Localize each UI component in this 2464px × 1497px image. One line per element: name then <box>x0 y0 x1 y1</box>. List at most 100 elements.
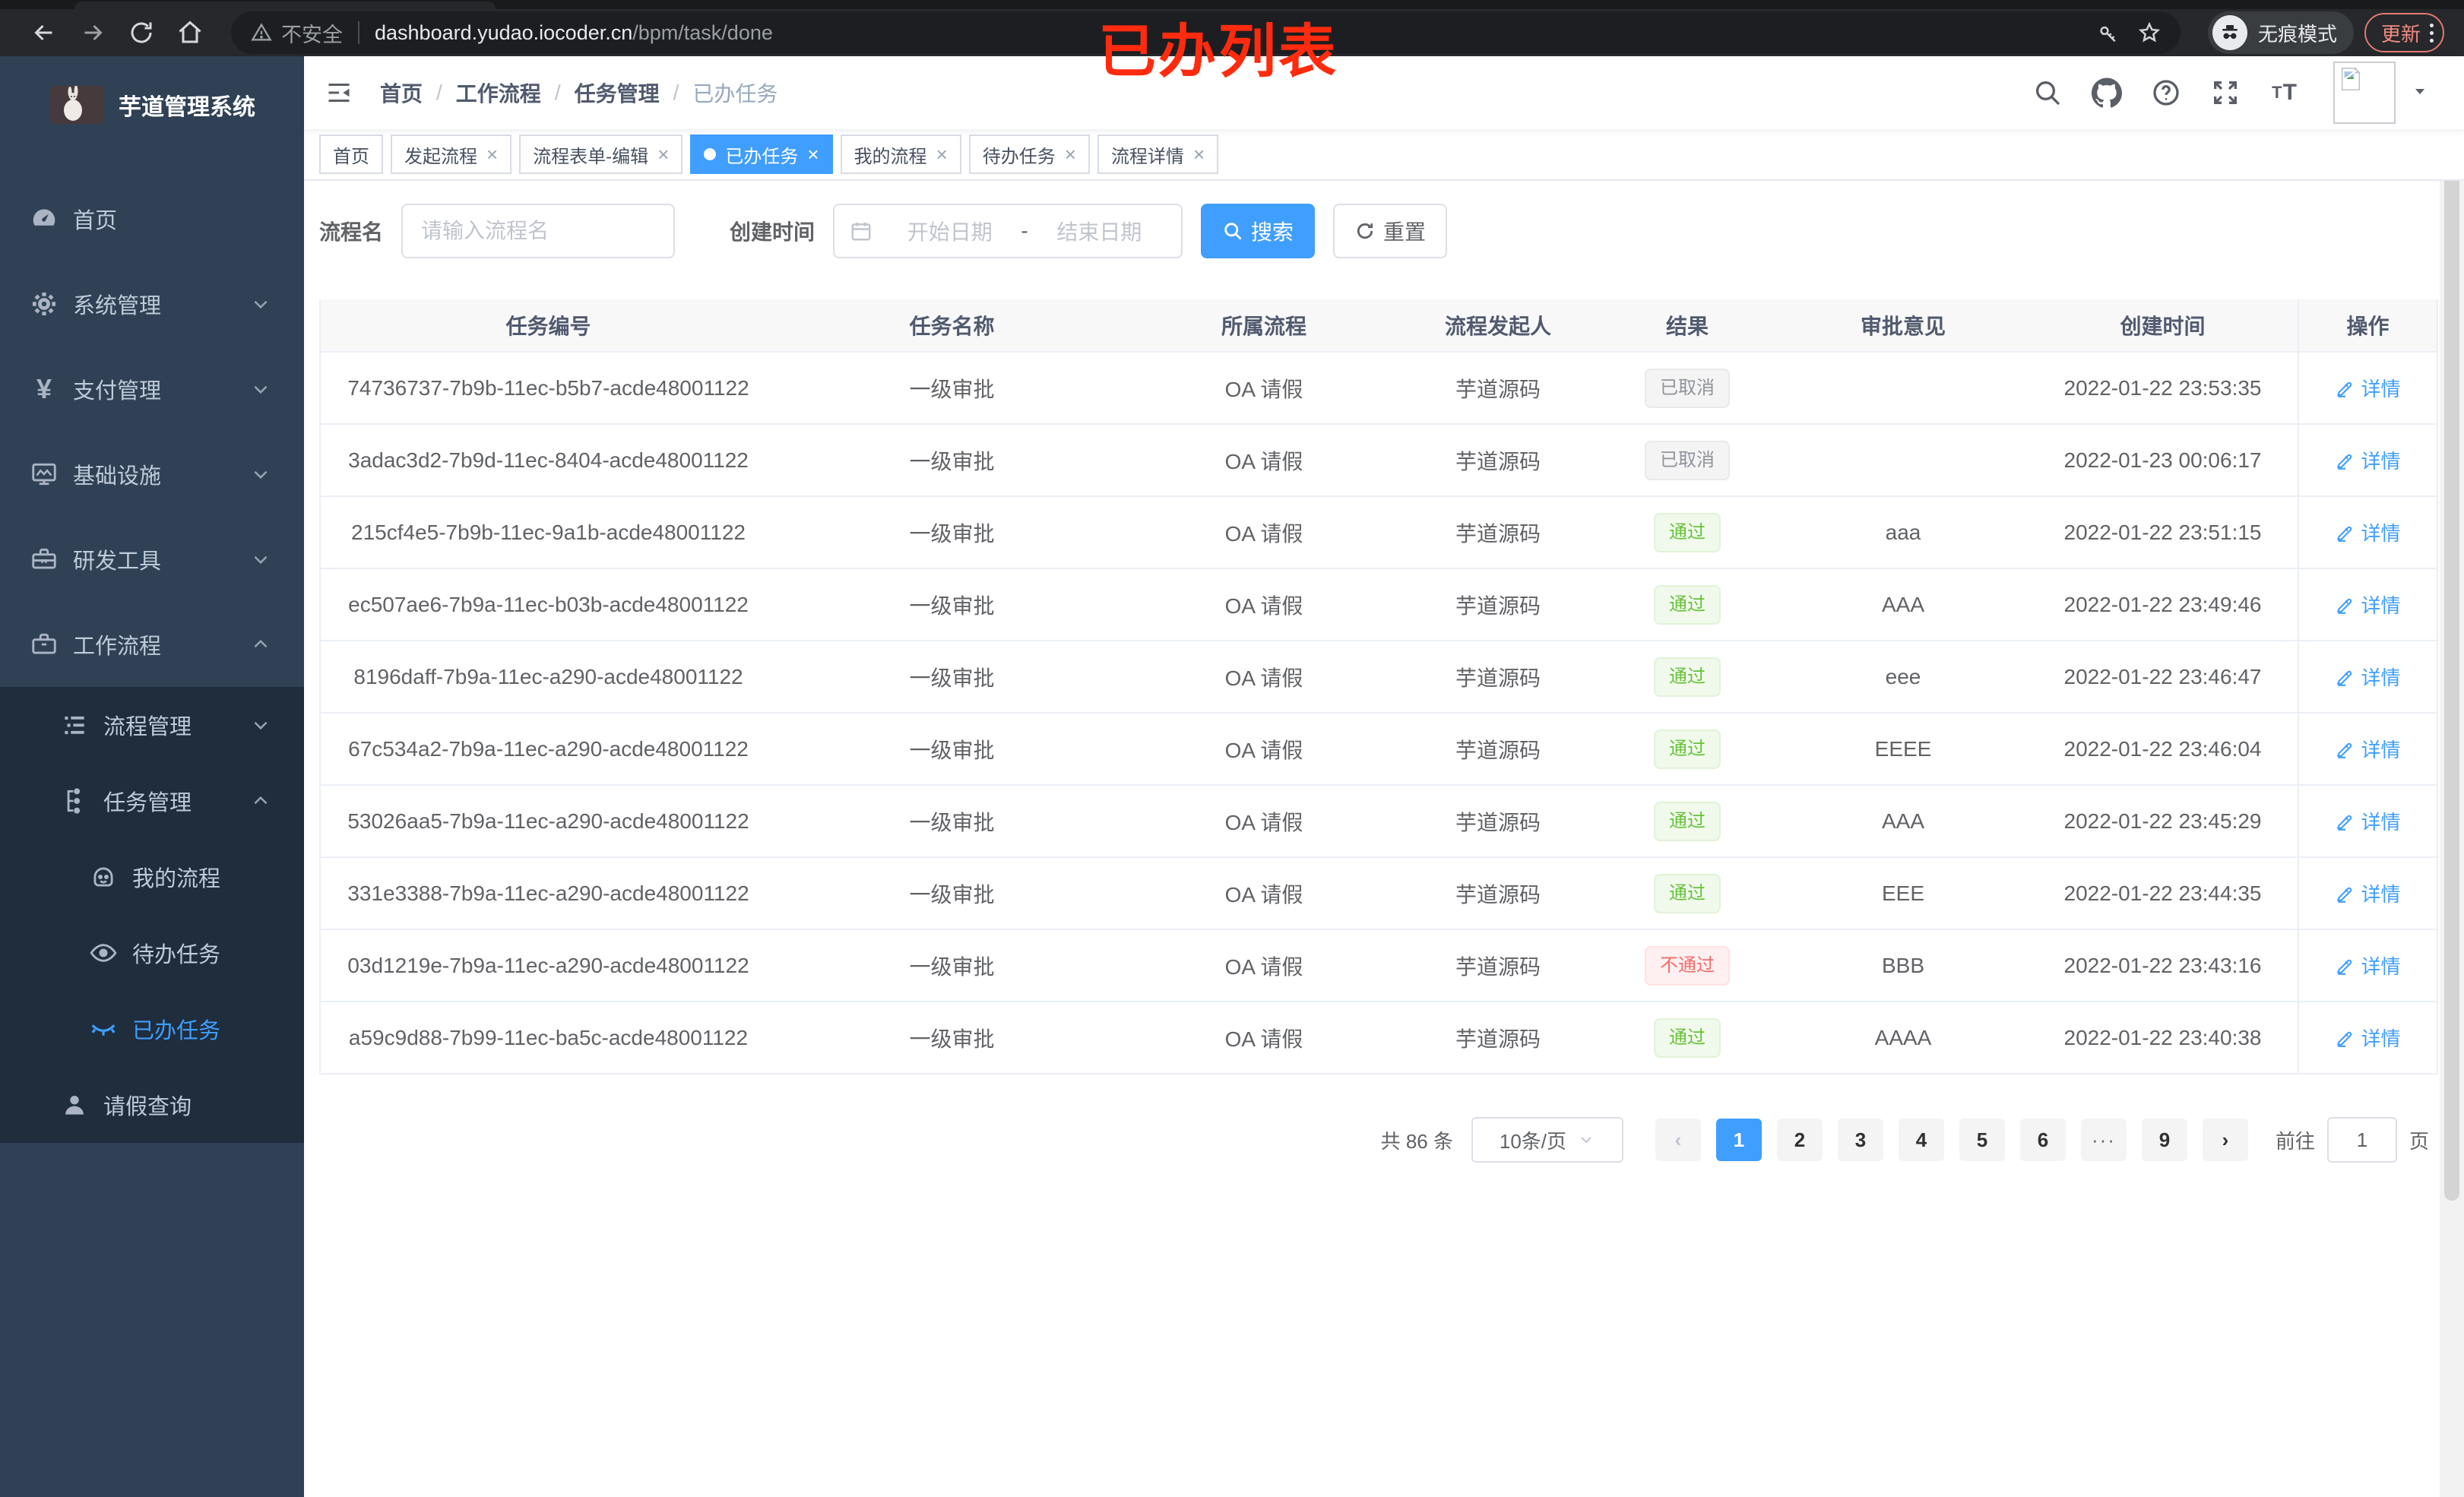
edit-pencil-icon <box>2335 739 2361 759</box>
home-icon[interactable] <box>175 17 205 48</box>
reset-button[interactable]: 重置 <box>1333 204 1448 258</box>
avatar[interactable] <box>2333 62 2396 124</box>
detail-link[interactable]: 详情 <box>2335 879 2401 907</box>
breadcrumb: 首页 / 工作流程 / 任务管理 / 已办任务 <box>380 78 778 108</box>
sidebar-item-payment[interactable]: ¥ 支付管理 <box>0 347 304 432</box>
search-button[interactable]: 搜索 <box>1201 204 1316 258</box>
sidebar-item-home[interactable]: 首页 <box>0 176 304 261</box>
tab-my-process[interactable]: 我的流程 × <box>840 135 961 174</box>
jump-page-input[interactable] <box>2326 1117 2397 1163</box>
browser-active-tab[interactable] <box>74 2 496 9</box>
detail-link[interactable]: 详情 <box>2335 951 2401 980</box>
result-cell: 通过 <box>1596 1018 1778 1058</box>
approve-comment: eee <box>1885 664 1921 688</box>
page-button[interactable]: 1 <box>1715 1119 1762 1161</box>
fullscreen-icon[interactable] <box>2209 76 2242 109</box>
process-starter: 芋道源码 <box>1455 666 1541 690</box>
process-starter: 芋道源码 <box>1455 738 1541 762</box>
help-icon[interactable] <box>2149 76 2183 109</box>
table-row: 215cf4e5-7b9b-11ec-9a1b-acde48001122 一级审批… <box>321 497 2437 569</box>
detail-link[interactable]: 详情 <box>2335 1024 2401 1052</box>
page-button[interactable]: 3 <box>1837 1119 1883 1161</box>
action-cell: 详情 <box>2298 641 2437 712</box>
sidebar-item-done-tasks[interactable]: 已办任务 <box>0 991 304 1067</box>
date-range-picker[interactable]: 开始日期 - 结束日期 <box>833 204 1183 258</box>
sidebar-item-todo-tasks[interactable]: 待办任务 <box>0 915 304 991</box>
page-button[interactable]: 5 <box>1959 1119 2005 1161</box>
security-label[interactable]: 不安全 <box>281 18 343 48</box>
detail-link[interactable]: 详情 <box>2335 663 2401 691</box>
sidebar-item-system[interactable]: 系统管理 <box>0 261 304 347</box>
close-icon[interactable]: × <box>1065 144 1076 164</box>
action-cell: 详情 <box>2298 714 2437 784</box>
scrollbar-thumb[interactable] <box>2444 61 2459 1201</box>
font-size-icon[interactable]: TT <box>2268 76 2301 109</box>
annotation-text: 已办列表 <box>1098 20 1338 84</box>
detail-link[interactable]: 详情 <box>2335 446 2401 474</box>
page-button[interactable]: 2 <box>1776 1119 1823 1161</box>
detail-link[interactable]: 详情 <box>2335 807 2401 835</box>
edit-pencil-icon <box>2335 595 2361 615</box>
page-button[interactable]: 4 <box>1898 1119 1944 1161</box>
detail-link[interactable]: 详情 <box>2335 590 2401 619</box>
sidebar-item-leave-query[interactable]: 请假查询 <box>0 1067 304 1143</box>
detail-link[interactable]: 详情 <box>2335 735 2401 763</box>
sidebar-item-label: 首页 <box>73 209 118 233</box>
next-page-button[interactable]: › <box>2202 1119 2248 1161</box>
process-name-input[interactable] <box>401 204 676 258</box>
task-id: 215cf4e5-7b9b-11ec-9a1b-acde48001122 <box>351 520 746 544</box>
process-starter: 芋道源码 <box>1455 449 1541 473</box>
process-starter: 芋道源码 <box>1455 377 1541 401</box>
breadcrumb-item[interactable]: 工作流程 <box>456 78 541 108</box>
detail-link[interactable]: 详情 <box>2335 374 2401 402</box>
reload-icon[interactable] <box>126 17 157 48</box>
close-icon[interactable]: × <box>807 144 819 164</box>
process-name: OA 请假 <box>1224 882 1303 907</box>
sidebar-toggle-icon[interactable] <box>322 76 356 109</box>
back-icon[interactable] <box>29 17 59 48</box>
chevron-down-icon[interactable] <box>2411 82 2429 104</box>
update-button[interactable]: 更新 <box>2364 13 2444 52</box>
dashboard-icon <box>23 204 65 233</box>
key-icon[interactable] <box>2097 21 2120 44</box>
result-cell: 通过 <box>1596 873 1778 913</box>
github-icon[interactable] <box>2090 76 2124 109</box>
prev-page-button[interactable]: ‹ <box>1655 1119 1701 1161</box>
tab-done-tasks[interactable]: 已办任务 × <box>690 135 833 174</box>
more-pages-button[interactable]: ··· <box>2080 1119 2127 1161</box>
result-badge: 已取消 <box>1645 440 1730 480</box>
process-name-label: 流程名 <box>319 220 384 244</box>
tab-form-edit[interactable]: 流程表单-编辑 × <box>519 135 683 174</box>
bookmark-star-icon[interactable] <box>2138 21 2161 44</box>
created-time: 2022-01-22 23:40:38 <box>2063 1025 2262 1049</box>
close-icon[interactable]: × <box>657 144 669 164</box>
sidebar-item-process-mgmt[interactable]: 流程管理 <box>0 687 304 763</box>
eye-icon <box>82 938 125 967</box>
forward-icon[interactable] <box>78 17 108 48</box>
sidebar-item-task-mgmt[interactable]: 任务管理 <box>0 763 304 839</box>
tab-todo-tasks[interactable]: 待办任务 × <box>968 135 1090 174</box>
sidebar-item-devtools[interactable]: 研发工具 <box>0 517 304 602</box>
breadcrumb-item[interactable]: 任务管理 <box>575 78 660 108</box>
close-icon[interactable]: × <box>486 144 498 164</box>
task-name: 一级审批 <box>909 1027 995 1051</box>
close-icon[interactable]: × <box>1193 144 1205 164</box>
app-logo[interactable]: 芋道管理系统 <box>0 56 304 153</box>
window-scrollbar[interactable] <box>2440 56 2464 1497</box>
tab-home[interactable]: 首页 <box>319 135 383 174</box>
close-icon[interactable]: × <box>936 144 948 164</box>
sidebar-item-my-process[interactable]: 我的流程 <box>0 839 304 915</box>
detail-link[interactable]: 详情 <box>2335 518 2401 546</box>
sidebar-item-workflow[interactable]: 工作流程 <box>0 602 304 687</box>
page-button[interactable]: 6 <box>2019 1119 2066 1161</box>
process-name: OA 请假 <box>1224 377 1303 401</box>
browser-menu-icon[interactable] <box>2430 23 2434 43</box>
page-button[interactable]: 9 <box>2141 1119 2187 1161</box>
page-size-select[interactable]: 10条/页 <box>1471 1117 1623 1163</box>
tab-process-detail[interactable]: 流程详情 × <box>1097 135 1219 174</box>
search-icon[interactable] <box>2031 76 2064 109</box>
sidebar-item-infra[interactable]: 基础设施 <box>0 432 304 517</box>
chevron-down-icon <box>251 379 271 399</box>
breadcrumb-item[interactable]: 首页 <box>380 78 423 108</box>
tab-launch-process[interactable]: 发起流程 × <box>391 135 512 174</box>
